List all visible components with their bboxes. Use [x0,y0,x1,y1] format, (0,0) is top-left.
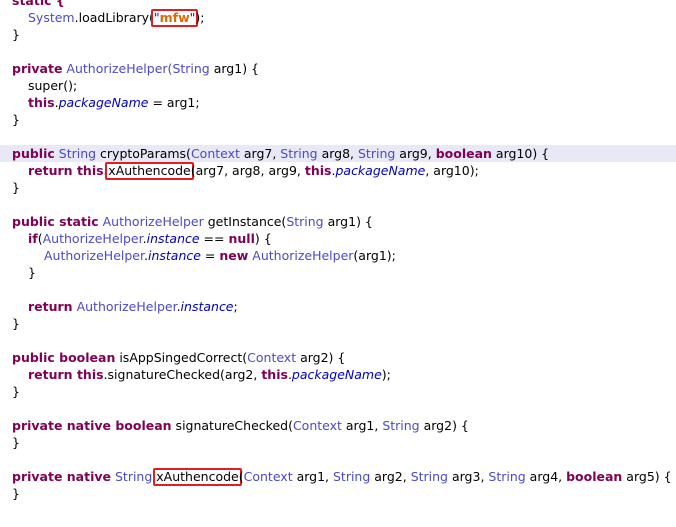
code-line: } [12,180,20,195]
code-line: super(); [28,78,78,93]
code-line: } [12,316,20,331]
code-line: public static AuthorizeHelper getInstanc… [12,214,373,229]
code-line: } [12,435,20,450]
code-line: public boolean isAppSingedCorrect(Contex… [12,350,346,365]
code-line: } [12,384,20,399]
code-line: } [12,27,20,42]
code-line: } [12,112,20,127]
code-line: this.packageName = arg1; [28,95,200,110]
highlight-box: "mfw" [150,9,199,27]
code-line: private AuthorizeHelper(String arg1) { [12,61,259,76]
code-line: private native String xAuthencode(Contex… [12,468,672,486]
code-line-current: public String cryptoParams(Context arg7,… [0,145,676,162]
code-line: if(AuthorizeHelper.instance == null) { [28,231,272,246]
code-line: } [28,265,36,280]
code-line: return AuthorizeHelper.instance; [28,299,238,314]
code-line: private native boolean signatureChecked(… [12,418,469,433]
code-line: System.loadLibrary("mfw"); [28,9,205,27]
code-line: AuthorizeHelper.instance = new Authorize… [44,248,396,263]
highlight-box: xAuthencode [153,468,242,486]
code-line: static { [12,0,65,8]
highlight-box: xAuthencode [105,162,194,180]
code-line: return this.xAuthencode(arg7, arg8, arg9… [28,162,479,180]
code-line: return this.signatureChecked(arg2, this.… [28,367,391,382]
code-line: } [12,486,20,501]
